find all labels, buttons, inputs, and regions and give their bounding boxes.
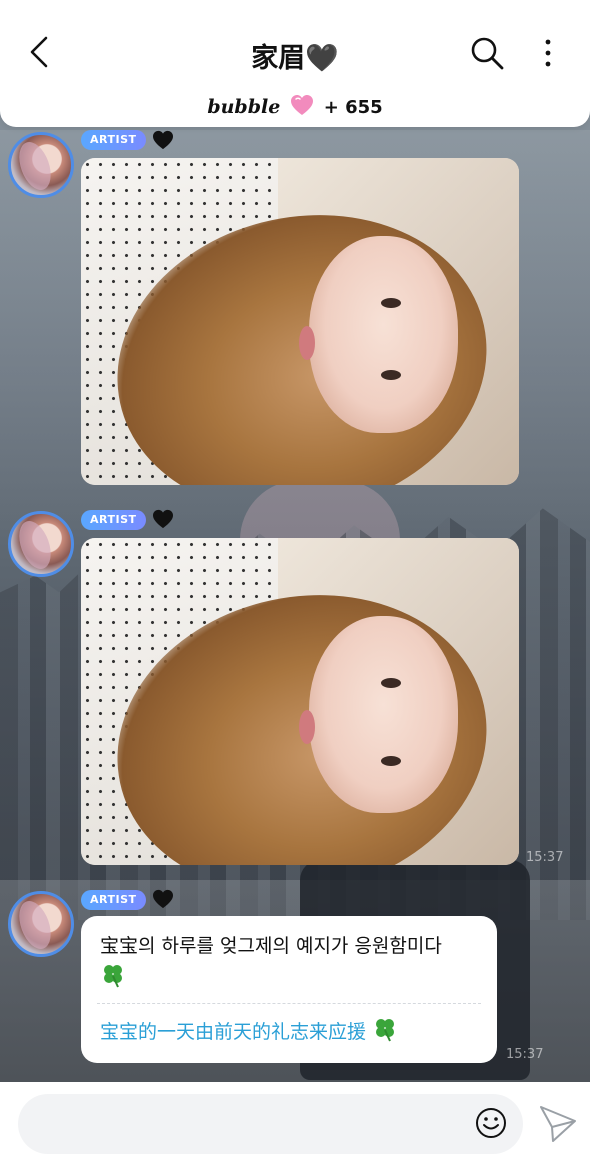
clover-icon bbox=[372, 1016, 398, 1052]
artist-badge: ARTIST bbox=[81, 890, 146, 910]
artist-badge: ARTIST bbox=[81, 510, 146, 530]
message-korean-text: 宝宝의 하루를 엊그제의 예지가 응원함미다 bbox=[100, 935, 442, 957]
message-original: 宝宝의 하루를 엊그제의 예지가 응원함미다 bbox=[100, 930, 481, 998]
pink-heart-icon bbox=[290, 94, 314, 121]
chat-header: 家眉🖤 bubble + 655 bbox=[0, 0, 590, 127]
subscriber-count: + 655 bbox=[323, 97, 383, 118]
subscriber-row: bubble + 655 bbox=[0, 94, 590, 121]
message-translation: 宝宝的一天由前天的礼志来应援 bbox=[100, 1016, 481, 1052]
message-time: 15:37 bbox=[506, 1047, 544, 1062]
send-button[interactable] bbox=[538, 1104, 578, 1142]
artist-avatar[interactable] bbox=[8, 891, 74, 957]
artist-avatar[interactable] bbox=[8, 511, 74, 577]
text-message-bubble[interactable]: 宝宝의 하루를 엊그제의 예지가 응원함미다 宝宝的一天由前天的礼志来应援 bbox=[81, 916, 497, 1063]
artist-avatar[interactable] bbox=[8, 132, 74, 198]
photo-message[interactable] bbox=[81, 158, 519, 485]
message-chinese-text: 宝宝的一天由前天的礼志来应援 bbox=[100, 1021, 367, 1043]
artist-badge: ARTIST bbox=[81, 130, 146, 150]
clover-icon bbox=[100, 962, 126, 998]
message-input-bar bbox=[0, 1082, 590, 1166]
black-heart-icon bbox=[152, 509, 174, 529]
photo-message[interactable] bbox=[81, 538, 519, 865]
more-vertical-icon bbox=[545, 39, 551, 67]
smiley-icon bbox=[476, 1108, 506, 1138]
search-icon bbox=[471, 37, 504, 70]
chat-title-text: 家眉 bbox=[251, 43, 306, 74]
message-input[interactable] bbox=[38, 1094, 468, 1154]
translation-divider bbox=[97, 1003, 481, 1004]
title-black-heart: 🖤 bbox=[305, 43, 339, 74]
search-button[interactable] bbox=[468, 34, 506, 72]
black-heart-icon bbox=[152, 889, 174, 909]
more-options-button[interactable] bbox=[536, 34, 560, 72]
bubble-brand: bubble bbox=[207, 96, 281, 118]
black-heart-icon bbox=[152, 130, 174, 150]
emoji-button[interactable] bbox=[474, 1106, 508, 1140]
message-input-container[interactable] bbox=[18, 1094, 523, 1154]
send-icon bbox=[540, 1106, 576, 1142]
message-time: 15:37 bbox=[526, 850, 564, 865]
